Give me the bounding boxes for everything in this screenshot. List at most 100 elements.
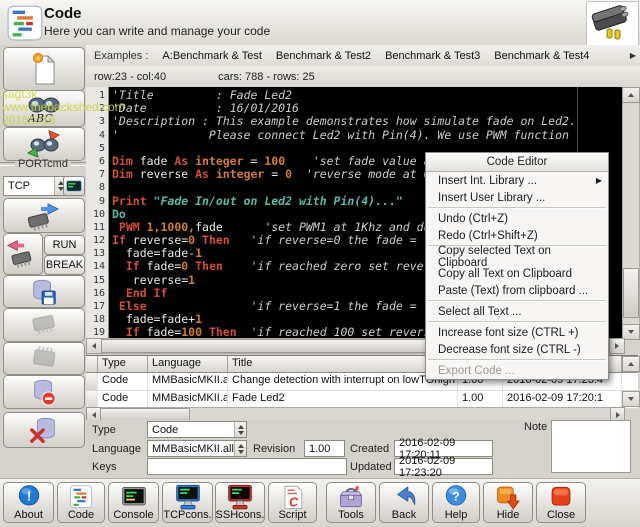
mini-console-icon [66, 180, 82, 192]
code-button[interactable]: Code [57, 482, 105, 523]
console-icon [120, 484, 148, 510]
spinner-icon[interactable] [234, 441, 246, 456]
help-button[interactable]: ? Help [432, 482, 480, 523]
menu-separator [428, 321, 606, 323]
tools-icon [337, 484, 365, 510]
menu-item[interactable]: Insert User Library ... [426, 189, 608, 206]
chip-gray-icon [28, 346, 60, 372]
console-button[interactable]: Console [108, 482, 159, 523]
examples-label: Examples : [94, 50, 148, 62]
save-to-db-button[interactable] [3, 275, 85, 308]
menu-item: Export Code ... [426, 362, 608, 379]
updated-label: Updated [350, 461, 392, 473]
editor-statusbar: row:23 - col:40 cars: 788 - rows: 25 [86, 66, 640, 88]
find-replace-icon [25, 130, 63, 158]
revision-label: Revision [253, 443, 295, 455]
svg-text:!: ! [26, 488, 30, 503]
send-to-port-button[interactable] [3, 198, 85, 233]
menu-item[interactable]: Select all Text ... [426, 303, 608, 320]
col-type[interactable]: Type [98, 356, 148, 372]
table-scroll-up-icon[interactable] [622, 356, 640, 372]
revision-input[interactable] [304, 440, 345, 457]
col-language[interactable]: Language [148, 356, 228, 372]
language-select[interactable]: MMBasicMKII.all [147, 440, 247, 457]
hide-button[interactable]: Hide [483, 482, 533, 523]
port-group-label: PORTcmd [0, 158, 86, 170]
editor-gutter: 12345678910111213141516171819 [86, 87, 109, 338]
tab-benchmark-test2[interactable]: Benchmark & Test2 [276, 50, 371, 62]
chip-gray-icon [28, 312, 60, 338]
port-select-value: TCP [8, 180, 30, 192]
code-icon [69, 484, 93, 510]
tcp-console-button[interactable]: TCPcons. [162, 482, 213, 523]
about-button[interactable]: ! About [3, 482, 54, 523]
connector-icon [587, 2, 636, 43]
about-icon: ! [16, 484, 42, 510]
code-app-icon [7, 5, 43, 41]
sidebar: ABC PORTcmd TCP [0, 45, 87, 478]
chip-receive-icon [6, 237, 40, 271]
menu-separator [428, 359, 606, 361]
new-document-icon [29, 52, 59, 86]
menu-item[interactable]: Paste (Text) from clipboard ... [426, 282, 608, 299]
new-code-button[interactable] [3, 47, 85, 91]
chip-send-icon [26, 201, 62, 231]
chip-disabled-button-2 [3, 342, 85, 375]
tab-benchmark-test1[interactable]: A:Benchmark & Test [162, 50, 261, 62]
database-delete-icon [29, 415, 59, 445]
editor-vscroll-thumb[interactable] [623, 268, 639, 318]
tcp-console-icon [174, 484, 202, 511]
hide-icon [494, 484, 522, 511]
port-select[interactable]: TCP [3, 176, 67, 196]
find-text-button[interactable]: ABC [3, 90, 85, 127]
row-selector[interactable] [86, 373, 98, 390]
context-menu: Code Editor Insert Int. Library ...▶Inse… [425, 152, 609, 380]
script-button[interactable]: C Script [268, 482, 317, 523]
app-header: Code Here you can write and manage your … [0, 0, 640, 46]
row-selector[interactable] [86, 391, 98, 408]
updated-value: 2016-02-09 17:23:20 [394, 458, 493, 475]
menu-item[interactable]: Redo (Ctrl+Shift+Z) [426, 227, 608, 244]
remove-from-db-button[interactable] [3, 375, 85, 409]
break-button[interactable]: BREAK [44, 255, 85, 275]
keys-input[interactable] [147, 458, 347, 475]
language-label: Language [92, 443, 141, 455]
run-button[interactable]: RUN [44, 235, 85, 255]
ssh-console-button[interactable]: SSHcons. [215, 482, 265, 523]
spinner-icon[interactable] [234, 422, 246, 437]
scroll-left-icon[interactable] [86, 338, 102, 354]
scroll-up-icon[interactable] [622, 87, 640, 103]
find-replace-button[interactable] [3, 127, 85, 161]
type-select[interactable]: Code [147, 421, 247, 438]
menu-item[interactable]: Decrease font size (CTRL -) [426, 341, 608, 358]
menu-item[interactable]: Increase font size (CTRL +) [426, 324, 608, 341]
menu-item[interactable]: Copy selected Text on Clipboard [426, 248, 608, 265]
cursor-position: row:23 - col:40 [94, 71, 166, 83]
menu-item[interactable]: Undo (Ctrl+Z) [426, 210, 608, 227]
scroll-right-icon[interactable] [609, 338, 625, 354]
delete-db-button[interactable] [3, 412, 85, 448]
created-label: Created [350, 443, 389, 455]
tab-benchmark-test4[interactable]: Benchmark & Test4 [494, 50, 589, 62]
receive-from-port-button[interactable] [3, 233, 43, 275]
close-button[interactable]: Close [536, 482, 586, 523]
ssh-console-icon [226, 484, 254, 511]
context-menu-title: Code Editor [426, 153, 608, 172]
device-connector-image [586, 1, 639, 46]
tools-button[interactable]: Tools [326, 482, 376, 523]
script-icon: C [281, 484, 305, 511]
database-save-icon [29, 278, 59, 306]
table-scroll-down-icon[interactable] [622, 391, 640, 407]
tab-overflow-arrow-icon[interactable]: ▶ [630, 51, 636, 60]
note-textarea[interactable] [551, 420, 631, 473]
menu-separator [428, 300, 606, 302]
tab-benchmark-test3[interactable]: Benchmark & Test3 [385, 50, 480, 62]
back-button[interactable]: Back [379, 482, 429, 523]
col-title[interactable]: Title [228, 356, 458, 372]
port-console-button[interactable] [63, 176, 85, 196]
menu-item[interactable]: Insert Int. Library ...▶ [426, 172, 608, 189]
back-arrow-icon [391, 484, 418, 510]
page-title: Code [44, 5, 82, 22]
svg-text:C: C [289, 494, 299, 509]
bottom-toolbar: ! About Code Console TCPcons. [0, 478, 640, 527]
